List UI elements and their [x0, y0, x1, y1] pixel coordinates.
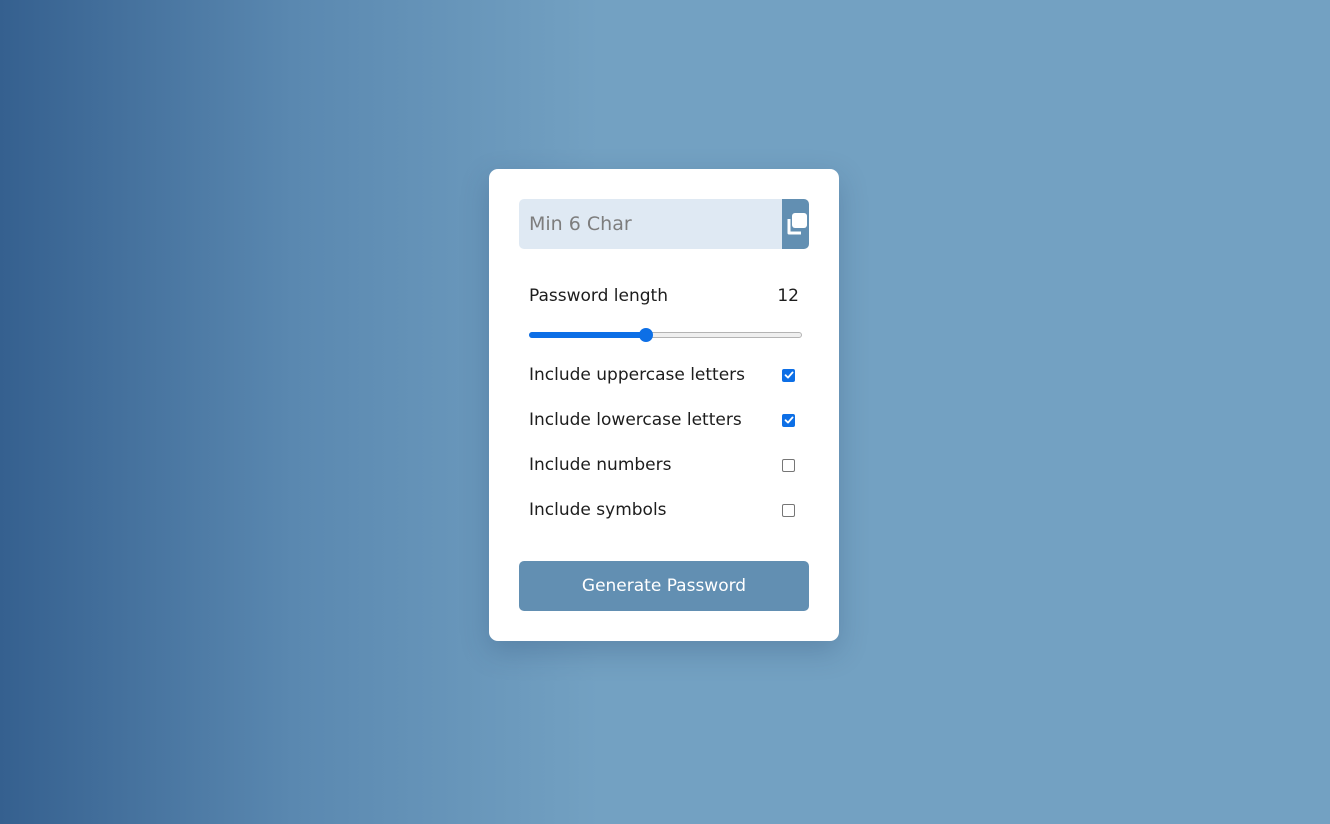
slider-fill [529, 332, 647, 338]
option-lowercase-label: Include lowercase letters [529, 410, 742, 430]
slider-thumb[interactable] [639, 328, 654, 342]
generate-password-button[interactable]: Generate Password [519, 561, 809, 611]
numbers-checkbox[interactable] [782, 458, 795, 472]
lowercase-checkbox[interactable] [782, 413, 795, 427]
option-numbers: Include numbers [529, 453, 799, 477]
password-output-field[interactable] [519, 199, 782, 249]
option-numbers-label: Include numbers [529, 455, 672, 475]
uppercase-checkbox[interactable] [782, 368, 795, 382]
option-symbols-label: Include symbols [529, 500, 667, 520]
password-length-value: 12 [777, 286, 799, 306]
symbols-checkbox[interactable] [782, 503, 795, 517]
option-symbols: Include symbols [529, 498, 799, 522]
option-uppercase-label: Include uppercase letters [529, 365, 746, 385]
copy-icon [787, 213, 807, 235]
option-uppercase: Include uppercase letters [529, 363, 799, 387]
password-output-row [519, 199, 809, 249]
password-length-row: Password length 12 [529, 286, 799, 306]
copy-button[interactable] [782, 199, 809, 249]
option-lowercase: Include lowercase letters [529, 408, 799, 432]
checkmark-icon [784, 416, 793, 424]
password-length-slider[interactable] [529, 328, 802, 342]
password-generator-card: Password length 12 Include uppercase let… [489, 169, 839, 641]
checkmark-icon [784, 371, 793, 379]
password-length-label: Password length [529, 286, 668, 306]
